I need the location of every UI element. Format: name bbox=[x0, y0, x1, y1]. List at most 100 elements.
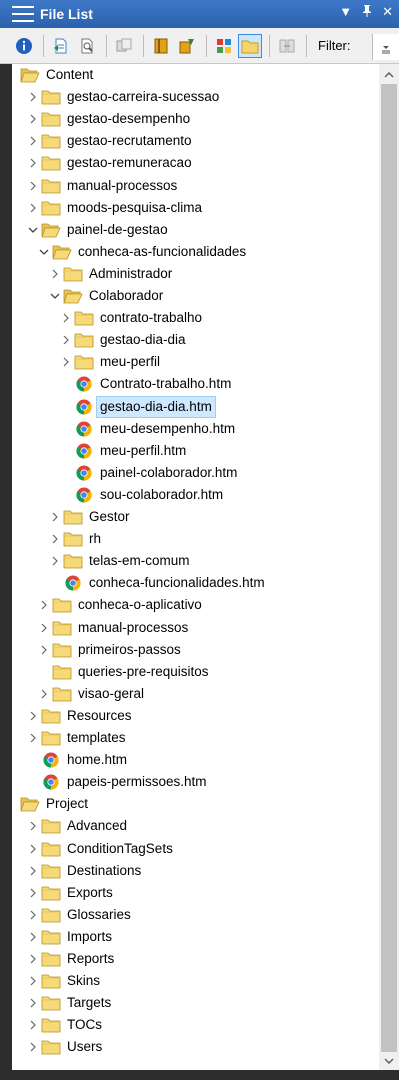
scroll-up-icon[interactable] bbox=[379, 66, 399, 84]
preview-icon[interactable] bbox=[75, 34, 99, 58]
tree-folder-item[interactable]: Administrador bbox=[49, 263, 172, 285]
tree-folder-item[interactable]: gestao-remuneracao bbox=[27, 152, 192, 174]
tree-folder-item[interactable]: conheca-o-aplicativo bbox=[38, 594, 202, 616]
tree-folder-item[interactable]: ConditionTagSets bbox=[27, 838, 173, 860]
tree-folder-item[interactable]: Destinations bbox=[27, 860, 141, 882]
book-icon[interactable] bbox=[149, 34, 173, 58]
tree-folder-item[interactable]: painel-de-gestao bbox=[27, 219, 168, 241]
chevron-right-icon[interactable] bbox=[49, 528, 61, 550]
chevron-right-icon[interactable] bbox=[27, 152, 39, 174]
chevron-right-icon[interactable] bbox=[27, 815, 39, 837]
tree-folder-item[interactable]: Imports bbox=[27, 926, 112, 948]
tree-file-item[interactable]: home.htm bbox=[27, 749, 127, 771]
chevron-right-icon[interactable] bbox=[27, 948, 39, 970]
chevron-right-icon[interactable] bbox=[27, 992, 39, 1014]
tree-folder-item[interactable]: Content bbox=[16, 64, 93, 86]
chevron-right-icon[interactable] bbox=[27, 705, 39, 727]
chevron-down-icon[interactable] bbox=[27, 219, 39, 241]
chevron-right-icon[interactable] bbox=[38, 639, 50, 661]
tree-folder-item[interactable]: Targets bbox=[27, 992, 111, 1014]
tree-folder-item[interactable]: meu-perfil bbox=[60, 351, 160, 373]
tree-folder-item[interactable]: Users bbox=[27, 1036, 102, 1058]
tree-folder-item[interactable]: gestao-carreira-sucessao bbox=[27, 86, 219, 108]
tree-folder-item[interactable]: Resources bbox=[27, 705, 132, 727]
tree-folder-item[interactable]: gestao-dia-dia bbox=[60, 329, 186, 351]
chevron-right-icon[interactable] bbox=[27, 860, 39, 882]
tree-folder-item[interactable]: Reports bbox=[27, 948, 114, 970]
hamburger-menu-icon[interactable] bbox=[12, 6, 34, 22]
chevron-right-icon[interactable] bbox=[27, 108, 39, 130]
tree-item-label: Project bbox=[46, 796, 89, 812]
tree-folder-item[interactable]: conheca-as-funcionalidades bbox=[38, 241, 246, 263]
tree-item-label: gestao-recrutamento bbox=[67, 133, 192, 149]
vertical-scrollbar[interactable] bbox=[379, 64, 399, 1070]
chevron-right-icon[interactable] bbox=[27, 197, 39, 219]
tree-file-item[interactable]: Contrato-trabalho.htm bbox=[60, 373, 231, 395]
tree-folder-item[interactable]: manual-processos bbox=[38, 617, 188, 639]
tree-file-item[interactable]: meu-perfil.htm bbox=[60, 440, 186, 462]
tree-folder-item[interactable]: contrato-trabalho bbox=[60, 307, 202, 329]
folder-view-icon[interactable] bbox=[238, 33, 262, 58]
copy-icon[interactable] bbox=[112, 34, 136, 58]
chevron-right-icon[interactable] bbox=[49, 263, 61, 285]
chevron-right-icon[interactable] bbox=[27, 904, 39, 926]
tree-folder-item[interactable]: Colaborador bbox=[49, 285, 163, 307]
chevron-right-icon[interactable] bbox=[27, 175, 39, 197]
tree-file-item[interactable]: sou-colaborador.htm bbox=[60, 484, 223, 506]
scrollbar-thumb[interactable] bbox=[381, 84, 397, 1052]
tree-folder-item[interactable]: Exports bbox=[27, 882, 113, 904]
chevron-right-icon[interactable] bbox=[27, 882, 39, 904]
folder-icon bbox=[41, 862, 61, 880]
tree-folder-item[interactable]: telas-em-comum bbox=[49, 550, 190, 572]
chevron-right-icon[interactable] bbox=[27, 1036, 39, 1058]
chevron-right-icon[interactable] bbox=[38, 617, 50, 639]
chevron-down-icon[interactable] bbox=[38, 241, 50, 263]
tree-folder-item[interactable]: Project bbox=[16, 793, 88, 815]
chevron-right-icon[interactable] bbox=[27, 130, 39, 152]
dropdown-icon[interactable]: ▼ bbox=[339, 4, 352, 20]
tree-folder-item[interactable]: rh bbox=[49, 528, 101, 550]
tree-file-item[interactable]: gestao-dia-dia.htm bbox=[60, 395, 216, 418]
chevron-right-icon[interactable] bbox=[38, 594, 50, 616]
tree-folder-item[interactable]: queries-pre-requisitos bbox=[38, 661, 209, 683]
tree-folder-item[interactable]: Glossaries bbox=[27, 904, 131, 926]
chevron-right-icon[interactable] bbox=[60, 351, 72, 373]
info-icon[interactable] bbox=[12, 34, 36, 58]
chevron-right-icon[interactable] bbox=[27, 86, 39, 108]
compare-icon[interactable] bbox=[275, 34, 299, 58]
chevron-right-icon[interactable] bbox=[49, 550, 61, 572]
open-file-icon[interactable] bbox=[49, 34, 73, 58]
chevron-down-icon[interactable] bbox=[49, 285, 61, 307]
view-grid-icon[interactable] bbox=[212, 34, 236, 58]
tree-folder-item[interactable]: TOCs bbox=[27, 1014, 102, 1036]
tree-folder-item[interactable]: Skins bbox=[27, 970, 100, 992]
tree-folder-item[interactable]: manual-processos bbox=[27, 175, 177, 197]
tree-folder-item[interactable]: Advanced bbox=[27, 815, 127, 837]
close-icon[interactable]: ✕ bbox=[382, 4, 393, 20]
chevron-right-icon[interactable] bbox=[27, 838, 39, 860]
pin-icon[interactable] bbox=[362, 4, 372, 20]
tree-file-item[interactable]: meu-desempenho.htm bbox=[60, 418, 235, 440]
tree-file-item[interactable]: conheca-funcionalidades.htm bbox=[49, 572, 265, 594]
tree-folder-item[interactable]: moods-pesquisa-clima bbox=[27, 197, 202, 219]
tree-file-item[interactable]: painel-colaborador.htm bbox=[60, 462, 237, 484]
chevron-right-icon[interactable] bbox=[38, 683, 50, 705]
filter-dropdown[interactable] bbox=[372, 34, 399, 60]
tree-folder-item[interactable]: gestao-recrutamento bbox=[27, 130, 192, 152]
scroll-down-icon[interactable] bbox=[379, 1052, 399, 1070]
tree-folder-item[interactable]: primeiros-passos bbox=[38, 639, 181, 661]
chevron-right-icon[interactable] bbox=[27, 727, 39, 749]
import-icon[interactable] bbox=[175, 34, 199, 58]
tree-folder-item[interactable]: Gestor bbox=[49, 506, 130, 528]
chevron-right-icon[interactable] bbox=[27, 970, 39, 992]
tree-file-item[interactable]: papeis-permissoes.htm bbox=[27, 771, 207, 793]
tree-folder-item[interactable]: visao-geral bbox=[38, 683, 144, 705]
tree-folder-item[interactable]: gestao-desempenho bbox=[27, 108, 190, 130]
chevron-right-icon[interactable] bbox=[49, 506, 61, 528]
chevron-right-icon[interactable] bbox=[27, 1014, 39, 1036]
chevron-right-icon[interactable] bbox=[60, 329, 72, 351]
chevron-right-icon[interactable] bbox=[60, 307, 72, 329]
chevron-right-icon[interactable] bbox=[27, 926, 39, 948]
tree-folder-item[interactable]: templates bbox=[27, 727, 126, 749]
